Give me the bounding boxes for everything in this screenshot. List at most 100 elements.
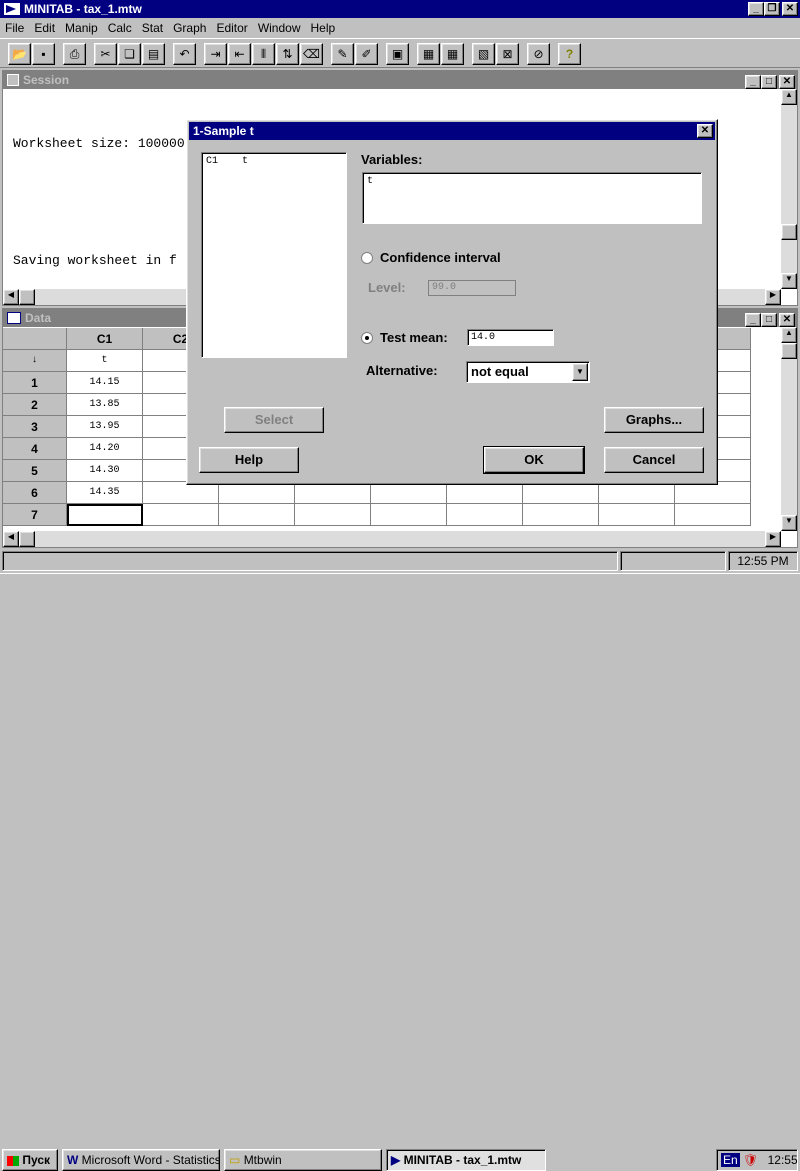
session-maximize-button[interactable]: □: [761, 75, 777, 89]
table-cell[interactable]: 14.30: [67, 460, 143, 482]
antivirus-shield-icon[interactable]: 🛡: [743, 1153, 758, 1167]
table-cell[interactable]: [371, 504, 447, 526]
session-scroll-thumb[interactable]: [781, 224, 797, 240]
menu-manip[interactable]: Manip: [65, 21, 98, 35]
table-cell[interactable]: [447, 504, 523, 526]
table-cell[interactable]: [143, 482, 219, 504]
column-name-cell[interactable]: ↓: [3, 350, 67, 372]
variables-input[interactable]: t: [362, 172, 702, 224]
cancel-icon[interactable]: ⊘: [527, 43, 550, 65]
paste-icon[interactable]: ▤: [142, 43, 165, 65]
confidence-interval-radio[interactable]: [361, 252, 373, 264]
table-cell[interactable]: [67, 504, 143, 526]
table-cell[interactable]: [675, 482, 751, 504]
help-icon[interactable]: ?: [558, 43, 581, 65]
session-minimize-button[interactable]: _: [745, 75, 761, 89]
table-cell[interactable]: 13.85: [67, 394, 143, 416]
menu-stat[interactable]: Stat: [142, 21, 163, 35]
row-header[interactable]: 4: [3, 438, 67, 460]
menu-editor[interactable]: Editor: [216, 21, 247, 35]
alternative-select[interactable]: not equal ▼: [466, 361, 590, 383]
undo-icon[interactable]: ↶: [173, 43, 196, 65]
data-window-icon[interactable]: ▦: [441, 43, 464, 65]
copy-icon[interactable]: ❏: [118, 43, 141, 65]
scroll-right-arrow-icon[interactable]: ▶: [765, 289, 781, 305]
session-hscroll-thumb[interactable]: [19, 289, 35, 305]
table-cell[interactable]: [143, 504, 219, 526]
column-name-cell[interactable]: t: [67, 350, 143, 372]
row-header[interactable]: 1: [3, 372, 67, 394]
row-header[interactable]: 2: [3, 394, 67, 416]
data-close-button[interactable]: ✕: [779, 313, 795, 327]
row-header[interactable]: 6: [3, 482, 67, 504]
menu-file[interactable]: File: [5, 21, 24, 35]
table-cell[interactable]: [371, 482, 447, 504]
info-window-icon[interactable]: ▦: [417, 43, 440, 65]
table-cell[interactable]: [599, 504, 675, 526]
variable-list[interactable]: C1 t: [201, 152, 347, 358]
data-scroll-up-arrow-icon[interactable]: ▲: [781, 327, 797, 343]
table-cell[interactable]: [447, 482, 523, 504]
scroll-up-arrow-icon[interactable]: ▲: [781, 89, 797, 105]
cancel-button[interactable]: Cancel: [604, 447, 704, 473]
table-cell[interactable]: [295, 482, 371, 504]
dialog-close-button[interactable]: ✕: [697, 124, 713, 138]
cut-icon[interactable]: ✂: [94, 43, 117, 65]
level-input[interactable]: 99.0: [428, 280, 516, 296]
chevron-down-icon[interactable]: ▼: [572, 363, 588, 381]
select-button[interactable]: Select: [224, 407, 324, 433]
row-header[interactable]: 3: [3, 416, 67, 438]
table-cell[interactable]: [219, 482, 295, 504]
taskbar-item-word[interactable]: W Microsoft Word - Statistics...: [62, 1149, 220, 1171]
data-minimize-button[interactable]: _: [745, 313, 761, 327]
menu-help[interactable]: Help: [311, 21, 336, 35]
table-cell[interactable]: [295, 504, 371, 526]
language-indicator[interactable]: En: [721, 1153, 740, 1167]
table-cell[interactable]: [523, 482, 599, 504]
menu-edit[interactable]: Edit: [34, 21, 55, 35]
minimize-button[interactable]: _: [748, 2, 764, 16]
insert-columns-icon[interactable]: ⫴: [252, 43, 275, 65]
menu-calc[interactable]: Calc: [108, 21, 132, 35]
edit-last-dialog-icon[interactable]: ✐: [355, 43, 378, 65]
data-maximize-button[interactable]: □: [761, 313, 777, 327]
row-header[interactable]: 7: [3, 504, 67, 526]
data-scroll-right-arrow-icon[interactable]: ▶: [765, 531, 781, 547]
move-icon[interactable]: ⇅: [276, 43, 299, 65]
open-icon[interactable]: 📂: [8, 43, 31, 65]
data-hscroll-thumb[interactable]: [19, 531, 35, 547]
brush-icon[interactable]: ✎: [331, 43, 354, 65]
start-button[interactable]: Пуск: [2, 1149, 58, 1171]
list-item[interactable]: C1 t: [206, 156, 342, 167]
menu-window[interactable]: Window: [258, 21, 301, 35]
session-close-button[interactable]: ✕: [779, 75, 795, 89]
graphs-button[interactable]: Graphs...: [604, 407, 704, 433]
taskbar-item-minitab[interactable]: ▶ MINITAB - tax_1.mtw: [386, 1149, 546, 1171]
table-cell[interactable]: [219, 504, 295, 526]
history-icon[interactable]: ▧: [472, 43, 495, 65]
table-cell[interactable]: 13.95: [67, 416, 143, 438]
restore-button[interactable]: ❐: [764, 2, 780, 16]
column-header[interactable]: [3, 328, 67, 350]
session-vertical-scrollbar[interactable]: ▲ ▼: [781, 89, 797, 289]
table-cell[interactable]: 14.15: [67, 372, 143, 394]
table-cell[interactable]: [523, 504, 599, 526]
data-scroll-left-arrow-icon[interactable]: ◀: [3, 531, 19, 547]
insert-cells-icon[interactable]: ⇥: [204, 43, 227, 65]
scroll-down-arrow-icon[interactable]: ▼: [781, 273, 797, 289]
table-cell[interactable]: [599, 482, 675, 504]
close-button[interactable]: ✕: [782, 2, 798, 16]
table-cell[interactable]: [675, 504, 751, 526]
taskbar-item-mtbwin[interactable]: ▭ Mtbwin: [224, 1149, 382, 1171]
data-vertical-scrollbar[interactable]: ▲ ▼: [781, 327, 797, 531]
table-cell[interactable]: 14.20: [67, 438, 143, 460]
clear-icon[interactable]: ⌫: [300, 43, 323, 65]
column-header[interactable]: C1: [67, 328, 143, 350]
save-icon[interactable]: ▪: [32, 43, 55, 65]
test-mean-radio[interactable]: [361, 332, 373, 344]
menu-graph[interactable]: Graph: [173, 21, 206, 35]
scroll-left-arrow-icon[interactable]: ◀: [3, 289, 19, 305]
data-scroll-thumb[interactable]: [781, 343, 797, 359]
help-button[interactable]: Help: [199, 447, 299, 473]
ok-button[interactable]: OK: [483, 446, 585, 474]
